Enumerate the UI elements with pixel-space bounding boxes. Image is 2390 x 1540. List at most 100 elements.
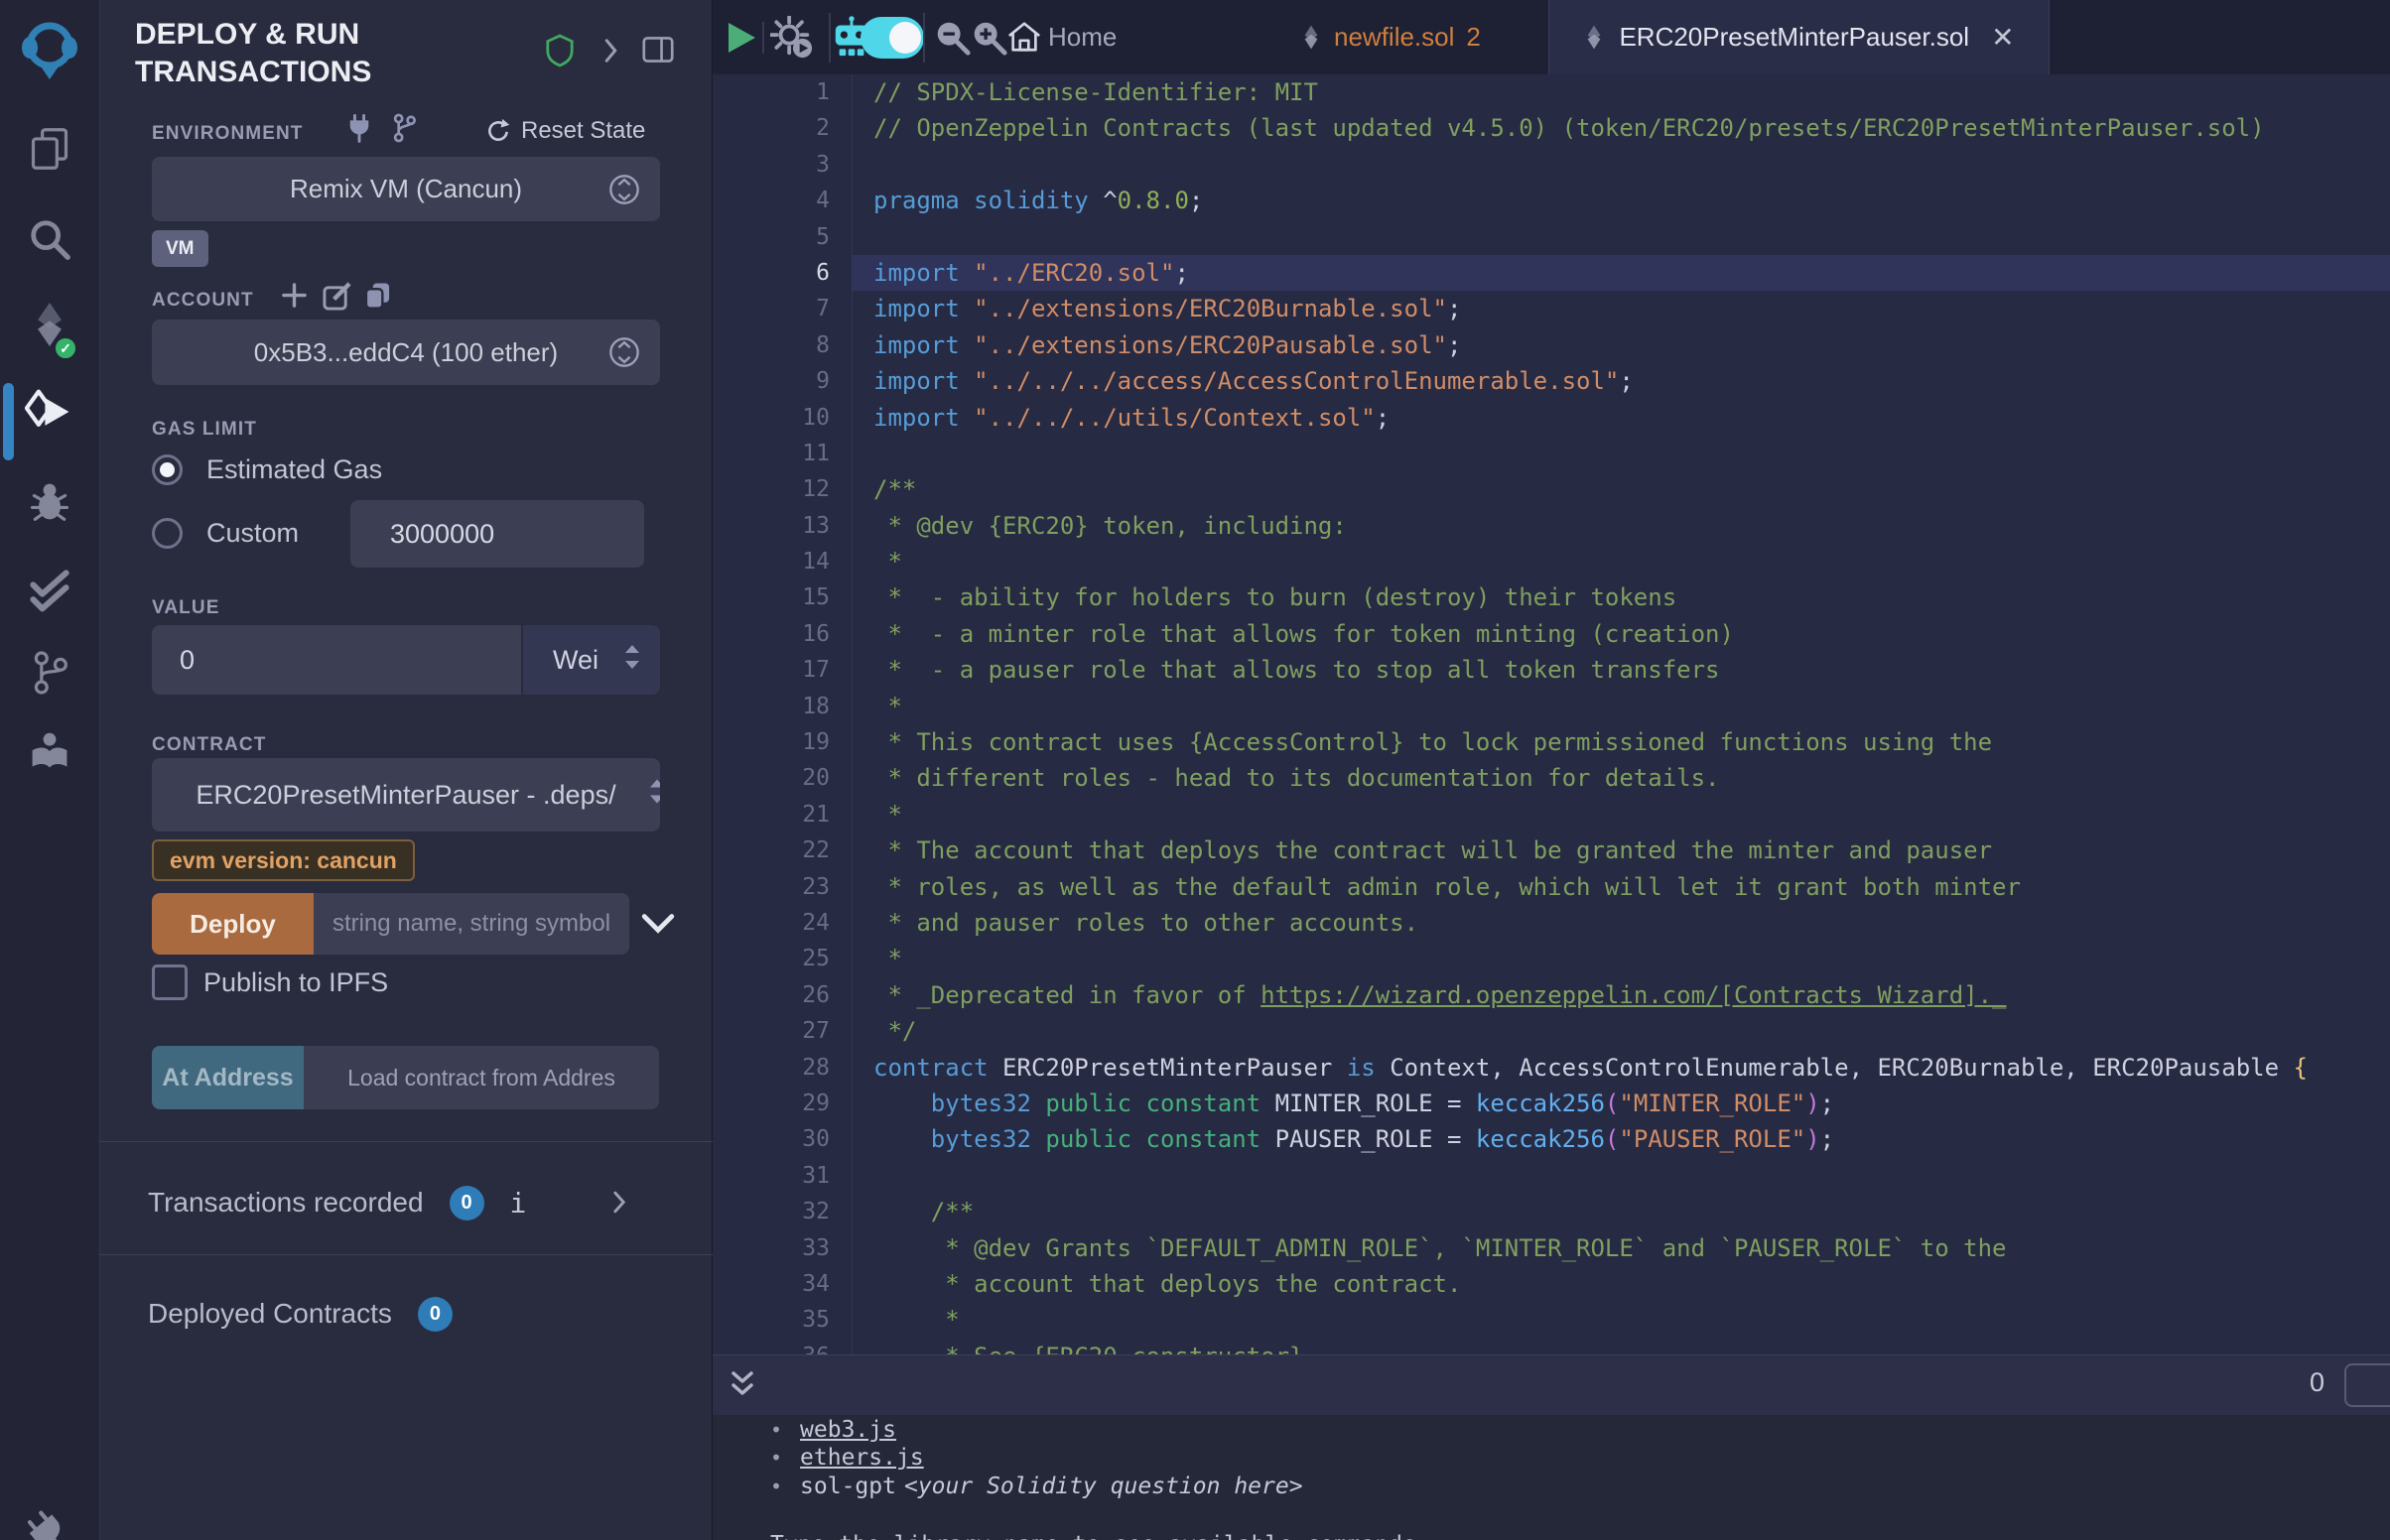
transactions-expand-chevron-icon[interactable] xyxy=(612,1189,627,1216)
tab-erc20presetminterpauser[interactable]: ERC20PresetMinterPauser.sol ✕ xyxy=(1548,0,2050,74)
code-line[interactable]: 34 * account that deploys the contract. xyxy=(713,1266,2390,1302)
copilot-toggle[interactable] xyxy=(861,17,924,59)
debugger-icon[interactable] xyxy=(28,478,71,529)
line-number: 28 xyxy=(713,1050,830,1086)
copy-account-icon[interactable] xyxy=(364,281,391,311)
code-line[interactable]: 32 /** xyxy=(713,1194,2390,1229)
value-unit-select[interactable]: Wei xyxy=(523,625,660,695)
code-lines[interactable]: 1// SPDX-License-Identifier: MIT2// Open… xyxy=(713,74,2390,1354)
code-line[interactable]: 9import "../../../access/AccessControlEn… xyxy=(713,363,2390,399)
learneth-icon[interactable] xyxy=(28,730,71,779)
add-account-icon[interactable] xyxy=(281,282,308,309)
zoom-out-icon[interactable] xyxy=(932,17,972,62)
terminal-tip: Type the library name to see available c… xyxy=(770,1532,1430,1540)
custom-gas-input[interactable]: 3000000 xyxy=(350,500,644,568)
code-text: // SPDX-License-Identifier: MIT xyxy=(830,74,1318,110)
tab-newfile[interactable]: newfile.sol 2 xyxy=(1300,0,1481,74)
ethersjs-link[interactable]: ethers.js xyxy=(800,1445,924,1471)
code-text: * and pauser roles to other accounts. xyxy=(830,905,1418,941)
deploy-args-input[interactable]: string name, string symbol xyxy=(314,893,629,955)
remix-logo-icon[interactable] xyxy=(22,22,77,86)
run-script-icon[interactable] xyxy=(729,23,755,53)
code-line[interactable]: 10import "../../../utils/Context.sol"; xyxy=(713,400,2390,436)
pin-panel-chevron-icon[interactable] xyxy=(602,36,619,65)
code-line[interactable]: 36 * See {ERC20-constructor}. xyxy=(713,1339,2390,1354)
code-line[interactable]: 11 xyxy=(713,436,2390,471)
radio-unselected-icon[interactable] xyxy=(152,518,183,549)
code-line[interactable]: 25 * xyxy=(713,941,2390,976)
plug-icon[interactable] xyxy=(346,114,372,144)
code-line[interactable]: 4pragma solidity ^0.8.0; xyxy=(713,183,2390,218)
code-line[interactable]: 21 * xyxy=(713,797,2390,833)
web3js-link[interactable]: web3.js xyxy=(800,1417,896,1443)
account-select[interactable]: 0x5B3...eddC4 (100 ether) xyxy=(152,320,660,385)
value-input[interactable]: 0 xyxy=(152,625,521,695)
icon-rail: ✓ xyxy=(0,0,100,1540)
code-line[interactable]: 12/** xyxy=(713,471,2390,507)
environment-select[interactable]: Remix VM (Cancun) xyxy=(152,157,660,221)
close-tab-icon[interactable]: ✕ xyxy=(1991,21,2014,54)
code-line[interactable]: 5 xyxy=(713,219,2390,255)
code-line[interactable]: 7import "../extensions/ERC20Burnable.sol… xyxy=(713,291,2390,326)
code-line[interactable]: 24 * and pauser roles to other accounts. xyxy=(713,905,2390,941)
code-line[interactable]: 1// SPDX-License-Identifier: MIT xyxy=(713,74,2390,110)
code-line[interactable]: 16 * - a minter role that allows for tok… xyxy=(713,616,2390,652)
editor-area: Home newfile.sol 2 ERC20PresetMinterPaus… xyxy=(713,0,2390,1540)
code-line[interactable]: 35 * xyxy=(713,1302,2390,1338)
code-line[interactable]: 28contract ERC20PresetMinterPauser is Co… xyxy=(713,1050,2390,1086)
publish-ipfs-checkbox[interactable] xyxy=(152,964,188,1000)
code-line[interactable]: 31 xyxy=(713,1158,2390,1194)
zoom-in-icon[interactable] xyxy=(969,17,1008,62)
file-explorer-icon[interactable] xyxy=(28,125,71,178)
terminal-search-box[interactable] xyxy=(2344,1363,2390,1407)
code-line[interactable]: 6import "../ERC20.sol"; xyxy=(713,255,2390,291)
code-line[interactable]: 29 bytes32 public constant MINTER_ROLE =… xyxy=(713,1086,2390,1121)
transactions-recorded-row[interactable]: Transactions recorded 0 i xyxy=(148,1179,526,1226)
layout-columns-icon[interactable] xyxy=(642,36,674,64)
code-line[interactable]: 13 * @dev {ERC20} token, including: xyxy=(713,508,2390,544)
at-address-button[interactable]: At Address xyxy=(152,1046,304,1109)
search-icon[interactable] xyxy=(27,216,72,267)
deploy-expand-chevron-icon[interactable] xyxy=(641,913,675,940)
code-line[interactable]: 14 * xyxy=(713,544,2390,579)
at-address-input[interactable]: Load contract from Addres xyxy=(304,1046,659,1109)
line-number: 17 xyxy=(713,652,830,688)
custom-gas-radio[interactable]: Custom xyxy=(152,518,299,549)
collapse-terminal-icon[interactable] xyxy=(729,1369,756,1406)
line-number: 1 xyxy=(713,74,830,110)
fork-state-icon[interactable] xyxy=(390,112,418,144)
terminal-output[interactable]: • web3.js • ethers.js • sol-gpt <your So… xyxy=(713,1415,2390,1540)
code-line[interactable]: 20 * different roles - head to its docum… xyxy=(713,760,2390,796)
code-line[interactable]: 19 * This contract uses {AccessControl} … xyxy=(713,724,2390,760)
code-line[interactable]: 2// OpenZeppelin Contracts (last updated… xyxy=(713,110,2390,146)
code-line[interactable]: 26 * _Deprecated in favor of https://wiz… xyxy=(713,977,2390,1013)
code-line[interactable]: 23 * roles, as well as the default admin… xyxy=(713,869,2390,905)
code-line[interactable]: 22 * The account that deploys the contra… xyxy=(713,833,2390,868)
git-icon[interactable] xyxy=(30,647,69,704)
deploy-button[interactable]: Deploy xyxy=(152,893,314,955)
code-line[interactable]: 27 */ xyxy=(713,1013,2390,1049)
info-icon[interactable]: i xyxy=(510,1187,527,1219)
code-line[interactable]: 8import "../extensions/ERC20Pausable.sol… xyxy=(713,327,2390,363)
code-line[interactable]: 18 * xyxy=(713,689,2390,724)
unit-testing-icon[interactable] xyxy=(27,566,72,618)
tab-home[interactable]: Home xyxy=(1048,22,1117,53)
radio-selected-icon[interactable] xyxy=(152,454,183,485)
estimated-gas-radio[interactable]: Estimated Gas xyxy=(152,454,382,485)
code-line[interactable]: 17 * - a pauser role that allows to stop… xyxy=(713,652,2390,688)
home-icon[interactable] xyxy=(1006,20,1042,59)
plugin-manager-icon[interactable] xyxy=(18,1502,81,1540)
edit-account-icon[interactable] xyxy=(323,282,351,311)
terminal-bar[interactable]: 0 xyxy=(713,1354,2390,1415)
environment-label: ENVIRONMENT xyxy=(152,123,304,145)
code-line[interactable]: 33 * @dev Grants `DEFAULT_ADMIN_ROLE`, `… xyxy=(713,1230,2390,1266)
solidity-compiler-icon[interactable]: ✓ xyxy=(28,300,71,354)
contract-select[interactable]: ERC20PresetMinterPauser - .deps/ xyxy=(152,758,660,832)
run-settings-gear-icon[interactable] xyxy=(770,16,814,64)
code-editor[interactable]: 1// SPDX-License-Identifier: MIT2// Open… xyxy=(713,74,2390,1354)
code-line[interactable]: 30 bytes32 public constant PAUSER_ROLE =… xyxy=(713,1121,2390,1157)
code-line[interactable]: 3 xyxy=(713,147,2390,183)
reset-state-button[interactable]: Reset State xyxy=(485,117,645,145)
deploy-run-icon[interactable] xyxy=(25,389,74,440)
code-line[interactable]: 15 * - ability for holders to burn (dest… xyxy=(713,579,2390,615)
